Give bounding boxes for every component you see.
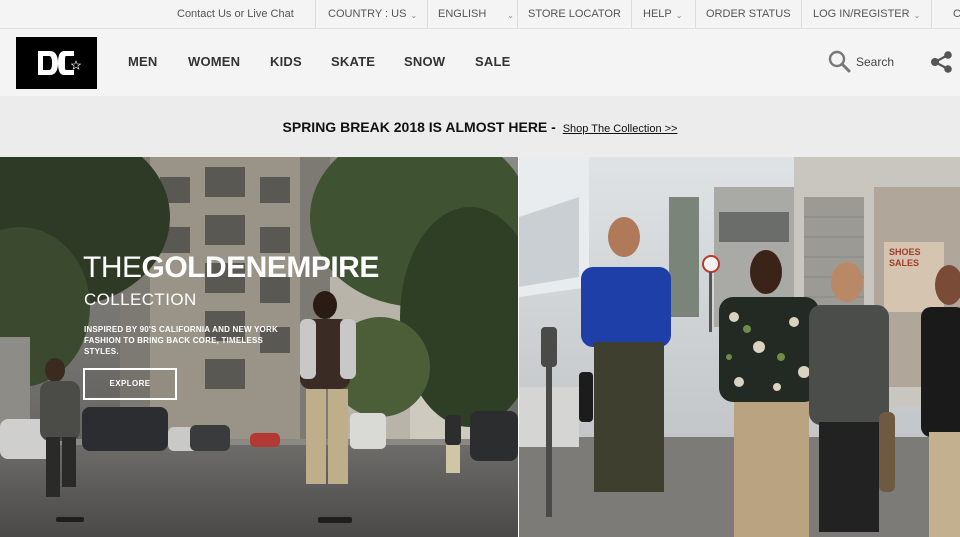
cart-link-partial[interactable]: C: [953, 0, 960, 28]
chevron-down-icon: ⌄: [675, 11, 683, 20]
promo-banner: SPRING BREAK 2018 IS ALMOST HERE - Shop …: [0, 96, 960, 157]
search-icon: [828, 50, 851, 73]
language-label: ENGLISH: [438, 8, 487, 20]
order-status-link[interactable]: ORDER STATUS: [706, 0, 791, 28]
nav-kids[interactable]: KIDS: [270, 54, 302, 69]
dc-logo[interactable]: [16, 37, 97, 89]
language-selector[interactable]: ENGLISH ⌄: [438, 0, 514, 28]
login-label: LOG IN/REGISTER: [813, 8, 910, 20]
divider: [931, 0, 932, 28]
divider: [427, 0, 428, 28]
search-button[interactable]: Search: [828, 50, 908, 74]
help-label: HELP: [643, 8, 672, 20]
divider: [517, 0, 518, 28]
hero-section: THEGOLDENEMPIRE COLLECTION INSPIRED BY 9…: [0, 157, 960, 537]
search-label: Search: [856, 55, 895, 69]
hero-title: THEGOLDENEMPIRE: [83, 251, 379, 285]
hero-image-left[interactable]: THEGOLDENEMPIRE COLLECTION INSPIRED BY 9…: [0, 157, 518, 537]
hero-description: INSPIRED BY 90'S CALIFORNIA AND NEW YORK…: [84, 325, 278, 356]
hero-subtitle: COLLECTION: [84, 290, 197, 309]
divider: [315, 0, 316, 28]
hero-image-right[interactable]: SHOES SALES: [519, 157, 960, 537]
login-register-link[interactable]: LOG IN/REGISTER ⌄: [813, 0, 920, 28]
group-photo: SHOES SALES: [519, 157, 960, 537]
divider: [695, 0, 696, 28]
chevron-down-icon: ⌄: [913, 11, 921, 20]
nav-women[interactable]: WOMEN: [188, 54, 240, 69]
nav-men[interactable]: MEN: [128, 54, 158, 69]
sign-text-sales: SALES: [889, 258, 919, 268]
store-locator-link[interactable]: STORE LOCATOR: [528, 0, 621, 28]
contact-link[interactable]: Contact Us or Live Chat: [177, 0, 294, 28]
sign-text-shoes: SHOES: [889, 247, 921, 257]
utility-bar: Contact Us or Live Chat COUNTRY : US ⌄ EN…: [0, 0, 960, 29]
explore-button[interactable]: EXPLORE: [83, 368, 177, 400]
main-navigation: MEN WOMEN KIDS SKATE SNOW SALE Search: [0, 29, 960, 96]
divider: [801, 0, 802, 28]
hero-title-bold: GOLDENEMPIRE: [141, 251, 380, 284]
help-menu[interactable]: HELP ⌄: [643, 0, 682, 28]
nav-skate[interactable]: SKATE: [331, 54, 375, 69]
chevron-down-icon: ⌄: [410, 11, 418, 20]
promo-headline: SPRING BREAK 2018 IS ALMOST HERE -: [282, 119, 556, 135]
nav-sale[interactable]: SALE: [475, 54, 510, 69]
country-label: COUNTRY : US: [328, 8, 407, 20]
chevron-down-icon: ⌄: [507, 11, 514, 20]
share-icon[interactable]: [930, 51, 954, 78]
promo-shop-link[interactable]: Shop The Collection >>: [563, 123, 678, 135]
country-selector[interactable]: COUNTRY : US ⌄: [328, 0, 417, 28]
nav-snow[interactable]: SNOW: [404, 54, 445, 69]
divider: [631, 0, 632, 28]
promo-text: SPRING BREAK 2018 IS ALMOST HERE - Shop …: [0, 119, 960, 135]
hero-title-light: THE: [83, 251, 142, 284]
